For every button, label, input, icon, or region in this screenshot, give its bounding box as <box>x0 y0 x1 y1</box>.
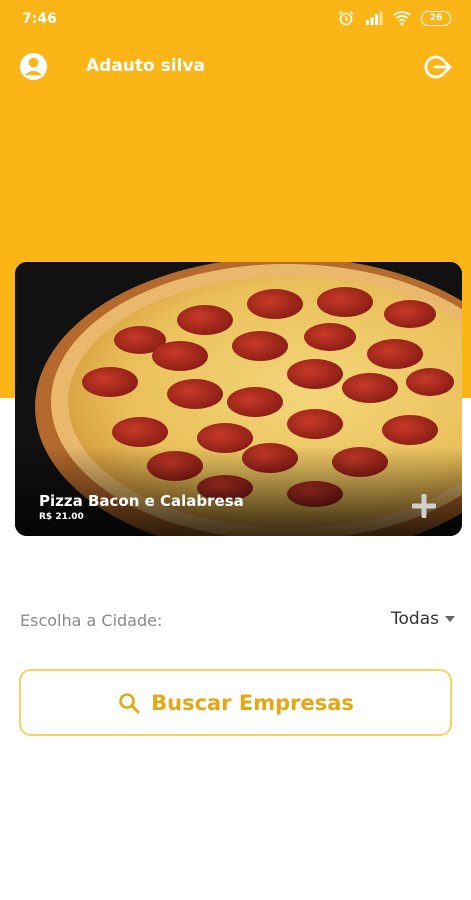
search-companies-button[interactable]: Buscar Empresas <box>19 669 452 736</box>
signal-icon <box>366 11 383 25</box>
featured-product-card[interactable]: Pizza Bacon e Calabresa R$ 21.00 <box>15 262 462 536</box>
status-bar: 7:46 26 <box>0 0 471 38</box>
image-overlay <box>15 446 462 536</box>
user-name: Adauto silva <box>86 56 205 76</box>
app-header: Adauto silva <box>0 44 471 90</box>
logout-icon[interactable] <box>423 52 453 82</box>
wifi-icon <box>393 11 411 26</box>
search-icon <box>119 692 140 713</box>
status-icons: 26 <box>337 10 451 26</box>
product-name: Pizza Bacon e Calabresa <box>39 492 244 510</box>
battery-icon: 26 <box>421 10 451 26</box>
product-price: R$ 21.00 <box>39 512 84 522</box>
city-dropdown[interactable]: Todas <box>391 609 455 629</box>
status-time: 7:46 <box>22 11 57 27</box>
plus-icon[interactable] <box>410 492 438 520</box>
city-filter-label: Escolha a Cidade: <box>20 611 163 630</box>
account-icon[interactable] <box>19 52 48 81</box>
search-button-label: Buscar Empresas <box>151 690 354 715</box>
alarm-icon <box>338 10 354 26</box>
city-dropdown-value: Todas <box>391 609 439 629</box>
chevron-down-icon <box>445 616 455 622</box>
